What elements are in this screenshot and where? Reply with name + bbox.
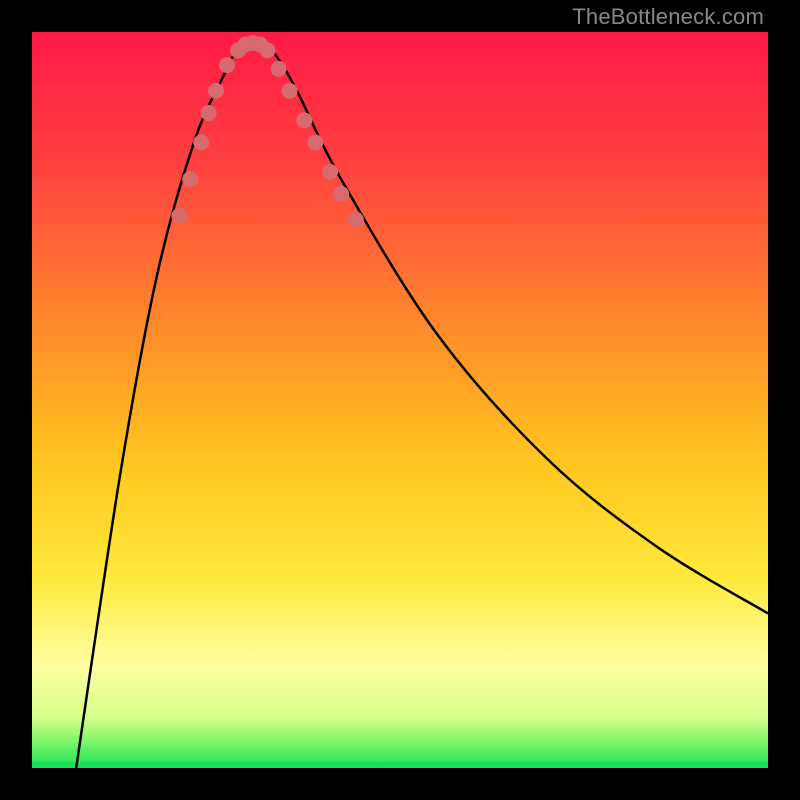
data-marker	[219, 57, 235, 73]
data-marker	[201, 105, 217, 121]
gradient-background	[32, 32, 768, 768]
data-marker	[208, 83, 224, 99]
data-marker	[322, 164, 338, 180]
plot-area	[32, 32, 768, 768]
data-marker	[271, 61, 287, 77]
data-marker	[260, 42, 276, 58]
data-marker	[171, 208, 187, 224]
data-marker	[296, 112, 312, 128]
data-marker	[282, 83, 298, 99]
data-marker	[182, 171, 198, 187]
green-band	[32, 762, 768, 768]
chart-frame: TheBottleneck.com	[0, 0, 800, 800]
data-marker	[307, 134, 323, 150]
watermark-text: TheBottleneck.com	[572, 4, 764, 30]
chart-svg	[32, 32, 768, 768]
data-marker	[348, 212, 364, 228]
data-marker	[333, 186, 349, 202]
data-marker	[193, 134, 209, 150]
